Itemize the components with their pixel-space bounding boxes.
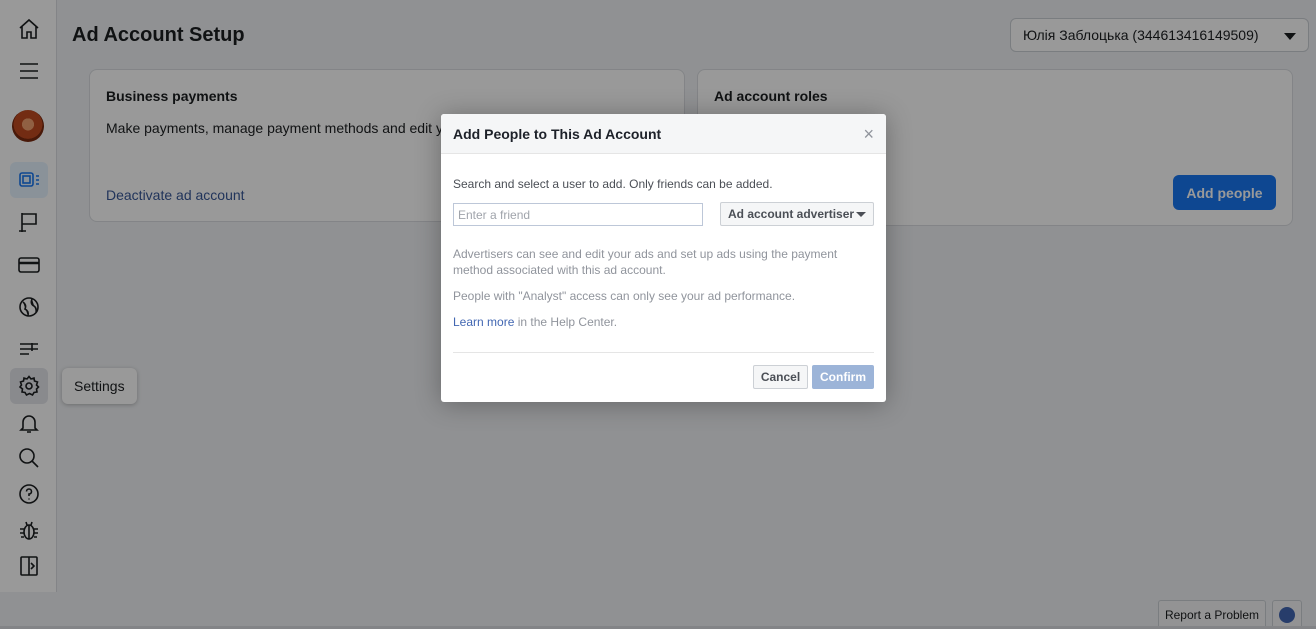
learn-more-link[interactable]: Learn more: [453, 315, 514, 329]
advertiser-description: Advertisers can see and edit your ads an…: [453, 247, 838, 277]
add-people-dialog: Add People to This Ad Account × Search a…: [441, 114, 886, 402]
help-center-text: Learn more in the Help Center.: [453, 314, 873, 330]
confirm-button[interactable]: Confirm: [812, 365, 874, 389]
friend-search-input[interactable]: [453, 203, 703, 226]
cancel-button[interactable]: Cancel: [753, 365, 808, 389]
dialog-divider: [453, 352, 874, 353]
role-dropdown[interactable]: Ad account advertiser: [720, 202, 874, 226]
dialog-title: Add People to This Ad Account: [453, 126, 662, 142]
analyst-description: People with "Analyst" access can only se…: [453, 289, 796, 303]
dialog-instruction: Search and select a user to add. Only fr…: [453, 177, 773, 191]
role-dropdown-label: Ad account advertiser: [728, 207, 855, 221]
close-icon[interactable]: ×: [863, 125, 874, 143]
help-center-suffix: in the Help Center.: [514, 315, 618, 329]
caret-down-icon: [856, 212, 866, 217]
dialog-header: Add People to This Ad Account ×: [441, 114, 886, 154]
